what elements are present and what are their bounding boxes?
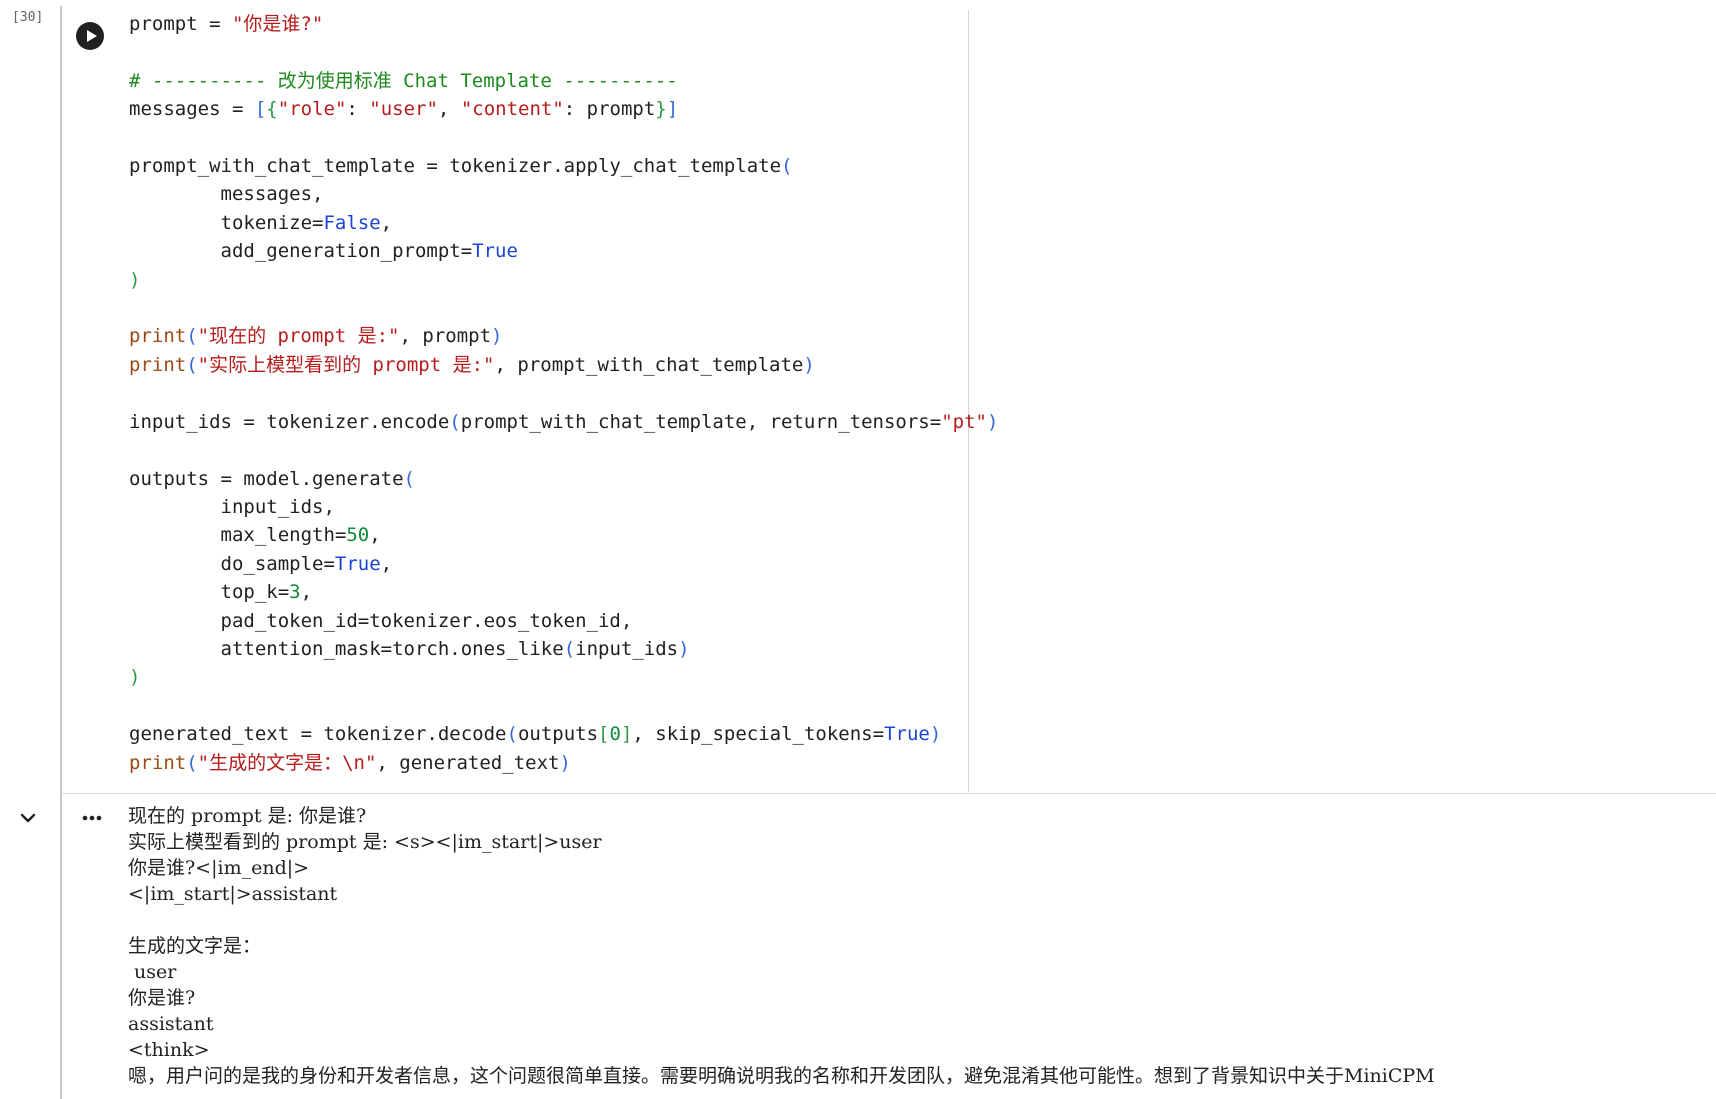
code-line: # ---------- 改为使用标准 Chat Template ------…: [129, 69, 678, 92]
output-text: 现在的 prompt 是: 你是谁? 实际上模型看到的 prompt 是: <s…: [128, 803, 1435, 1089]
output-line: 你是谁?: [128, 987, 196, 1009]
code-line: ): [129, 666, 141, 689]
output-line: 嗯，用户问的是我的身份和开发者信息，这个问题很简单直接。需要明确说明我的名称和开…: [128, 1065, 1435, 1087]
code-line: prompt = "你是谁?": [129, 13, 324, 35]
collapse-output-button[interactable]: [16, 806, 40, 830]
output-line: <|im_start|>assistant: [128, 883, 338, 905]
code-line: top_k=3,: [129, 581, 313, 604]
code-line: max_length=50,: [129, 524, 381, 547]
cell-focus-bar: [60, 6, 62, 1099]
output-line: assistant: [128, 1013, 214, 1035]
code-line: tokenize=False,: [129, 211, 393, 234]
output-line: <think>: [128, 1039, 210, 1061]
code-line: do_sample=True,: [129, 552, 393, 575]
code-line: input_ids = tokenizer.encode(prompt_with…: [129, 410, 999, 433]
run-cell-button[interactable]: [76, 22, 104, 50]
code-line: outputs = model.generate(: [129, 467, 415, 490]
code-line: prompt_with_chat_template = tokenizer.ap…: [129, 155, 793, 178]
code-line: generated_text = tokenizer.decode(output…: [129, 723, 942, 746]
code-line: print("现在的 prompt 是:", prompt): [129, 325, 503, 348]
code-line: add_generation_prompt=True: [129, 240, 518, 263]
output-actions-button[interactable]: [80, 806, 104, 830]
code-line: print("生成的文字是：\n", generated_text): [129, 751, 571, 774]
output-line: 你是谁?<|im_end|>: [128, 857, 310, 879]
code-line: messages,: [129, 183, 324, 206]
code-line: pad_token_id=tokenizer.eos_token_id,: [129, 609, 633, 632]
code-line: ): [129, 268, 141, 291]
code-editor[interactable]: prompt = "你是谁?" # ---------- 改为使用标准 Chat…: [129, 10, 998, 777]
execution-count: [30]: [12, 10, 44, 25]
chevron-down-icon: [20, 813, 36, 823]
more-horizontal-icon: [82, 815, 102, 821]
output-line: user: [128, 961, 177, 983]
output-line: 生成的文字是：: [128, 935, 262, 957]
output-line: 现在的 prompt 是: 你是谁?: [128, 805, 367, 827]
output-separator: [62, 793, 1716, 794]
code-line: print("实际上模型看到的 prompt 是:", prompt_with_…: [129, 353, 815, 376]
code-line: messages = [{"role": "user", "content": …: [129, 98, 679, 121]
output-line: 实际上模型看到的 prompt 是: <s><|im_start|>user: [128, 831, 602, 853]
code-line: input_ids,: [129, 495, 335, 518]
code-line: attention_mask=torch.ones_like(input_ids…: [129, 637, 690, 660]
